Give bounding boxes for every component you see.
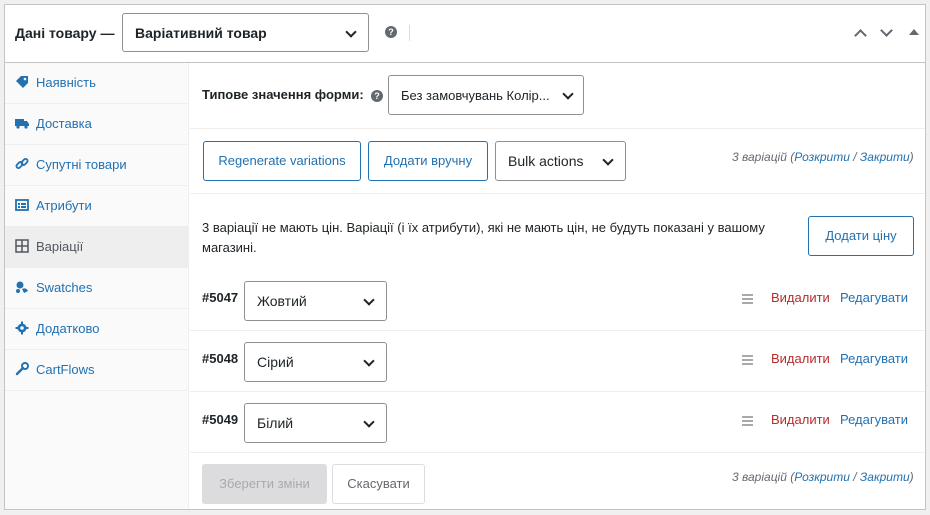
product-data-panel: Дані товару — Варіативний товар ? Наявні… — [4, 4, 926, 510]
chevron-down-icon — [363, 355, 375, 367]
bulk-actions-select[interactable]: Bulk actions — [495, 141, 626, 181]
tab-cartflows[interactable]: CartFlows — [5, 350, 189, 391]
chevron-down-icon — [363, 416, 375, 428]
sidebar-item-label: Swatches — [36, 280, 93, 295]
cancel-button[interactable]: Скасувати — [332, 464, 425, 504]
tab-advanced[interactable]: Додатково — [5, 309, 189, 350]
default-form-label: Типове значення форми: — [202, 87, 364, 102]
variation-color-select[interactable]: Жовтий — [244, 281, 387, 321]
expand-all-link[interactable]: Розкрити — [794, 470, 850, 484]
drag-handle-icon[interactable] — [742, 294, 753, 304]
variation-id: #5047 — [202, 290, 239, 305]
variation-count-prefix: 3 варіацій ( — [732, 150, 795, 164]
sidebar-item-label: Супутні товари — [36, 157, 127, 172]
default-form-select[interactable]: Без замовчувань Колір... — [388, 75, 584, 115]
chevron-down-icon — [345, 26, 357, 38]
sidebar-item-label: Наявність — [36, 75, 96, 90]
variations-panel: Типове значення форми: ? Без замовчувань… — [190, 63, 925, 509]
regenerate-variations-button[interactable]: Regenerate variations — [203, 141, 361, 181]
chevron-down-icon — [602, 154, 614, 166]
sidebar-item-label: CartFlows — [36, 362, 95, 377]
variation-color-value: Сірий — [257, 354, 294, 370]
count-separator: / — [849, 470, 860, 484]
move-up-icon[interactable] — [854, 29, 867, 42]
variation-count-suffix: ) — [909, 150, 914, 164]
add-manually-button[interactable]: Додати вручну — [368, 141, 488, 181]
list-icon — [15, 199, 29, 211]
variation-row: #5048 Сірий Видалити Редагувати — [190, 331, 925, 392]
save-changes-button[interactable]: Зберегти зміни — [202, 464, 327, 504]
variation-count-suffix: ) — [909, 470, 914, 484]
grid-icon — [15, 239, 29, 253]
product-type-value: Варіативний товар — [135, 25, 267, 41]
sidebar-item-label: Атрибути — [36, 198, 92, 213]
add-price-button[interactable]: Додати ціну — [808, 216, 914, 256]
panel-title: Дані товару — — [15, 25, 115, 41]
drag-handle-icon[interactable] — [742, 416, 753, 426]
variation-count-prefix: 3 варіацій ( — [732, 470, 795, 484]
variation-color-value: Білий — [257, 415, 294, 431]
variation-color-value: Жовтий — [257, 293, 307, 309]
product-type-select[interactable]: Варіативний товар — [122, 13, 369, 52]
panel-header: Дані товару — Варіативний товар ? — [5, 5, 925, 63]
edit-variation-link[interactable]: Редагувати — [840, 351, 908, 366]
wrench-icon — [15, 362, 29, 376]
count-separator: / — [849, 150, 860, 164]
header-divider — [409, 25, 410, 41]
link-icon — [15, 158, 29, 169]
tag-icon — [16, 76, 28, 88]
drag-handle-icon[interactable] — [742, 355, 753, 365]
delete-variation-link[interactable]: Видалити — [771, 412, 830, 427]
variation-id: #5049 — [202, 412, 239, 427]
collapse-toggle-icon[interactable] — [909, 29, 919, 35]
help-icon[interactable]: ? — [371, 90, 383, 102]
help-icon[interactable]: ? — [385, 26, 397, 38]
collapse-all-link[interactable]: Закрити — [860, 470, 910, 484]
default-form-row: Типове значення форми: ? Без замовчувань… — [190, 63, 925, 129]
gear-icon — [15, 321, 29, 335]
default-form-value: Без замовчувань Колір... — [401, 88, 550, 103]
tab-variations[interactable]: Варіації — [5, 227, 189, 268]
variation-row: #5049 Білий Видалити Редагувати — [190, 392, 925, 453]
tab-inventory[interactable]: Наявність — [5, 63, 189, 104]
variation-color-select[interactable]: Сірий — [244, 342, 387, 382]
delete-variation-link[interactable]: Видалити — [771, 351, 830, 366]
variation-id: #5048 — [202, 351, 239, 366]
variation-count: 3 варіацій (Розкрити / Закрити) — [732, 150, 914, 164]
tab-swatches[interactable]: Swatches — [5, 268, 189, 309]
sidebar-item-label: Доставка — [36, 116, 92, 131]
edit-variation-link[interactable]: Редагувати — [840, 412, 908, 427]
tab-shipping[interactable]: Доставка — [5, 104, 189, 145]
sidebar-item-label: Додатково — [36, 321, 100, 336]
chevron-down-icon — [363, 294, 375, 306]
truck-icon — [15, 119, 29, 129]
move-down-icon[interactable] — [880, 24, 893, 37]
chevron-down-icon — [562, 88, 574, 100]
tab-linked-products[interactable]: Супутні товари — [5, 145, 189, 186]
sidebar-item-label: Варіації — [36, 239, 84, 254]
variation-count-footer: 3 варіацій (Розкрити / Закрити) — [732, 470, 914, 484]
variation-color-select[interactable]: Білий — [244, 403, 387, 443]
tab-attributes[interactable]: Атрибути — [5, 186, 189, 227]
delete-variation-link[interactable]: Видалити — [771, 290, 830, 305]
bulk-actions-value: Bulk actions — [508, 153, 584, 169]
collapse-all-link[interactable]: Закрити — [860, 150, 910, 164]
edit-variation-link[interactable]: Редагувати — [840, 290, 908, 305]
product-data-tabs: Наявність Доставка Супутні товари Атрибу… — [5, 63, 189, 509]
expand-all-link[interactable]: Розкрити — [794, 150, 850, 164]
swatches-icon — [16, 281, 28, 293]
missing-price-notice: 3 варіації не мають цін. Варіації (і їх … — [202, 220, 765, 255]
variation-toolbar: Regenerate variations Додати вручну Bulk… — [190, 130, 925, 194]
variation-row: #5047 Жовтий Видалити Редагувати — [190, 270, 925, 331]
